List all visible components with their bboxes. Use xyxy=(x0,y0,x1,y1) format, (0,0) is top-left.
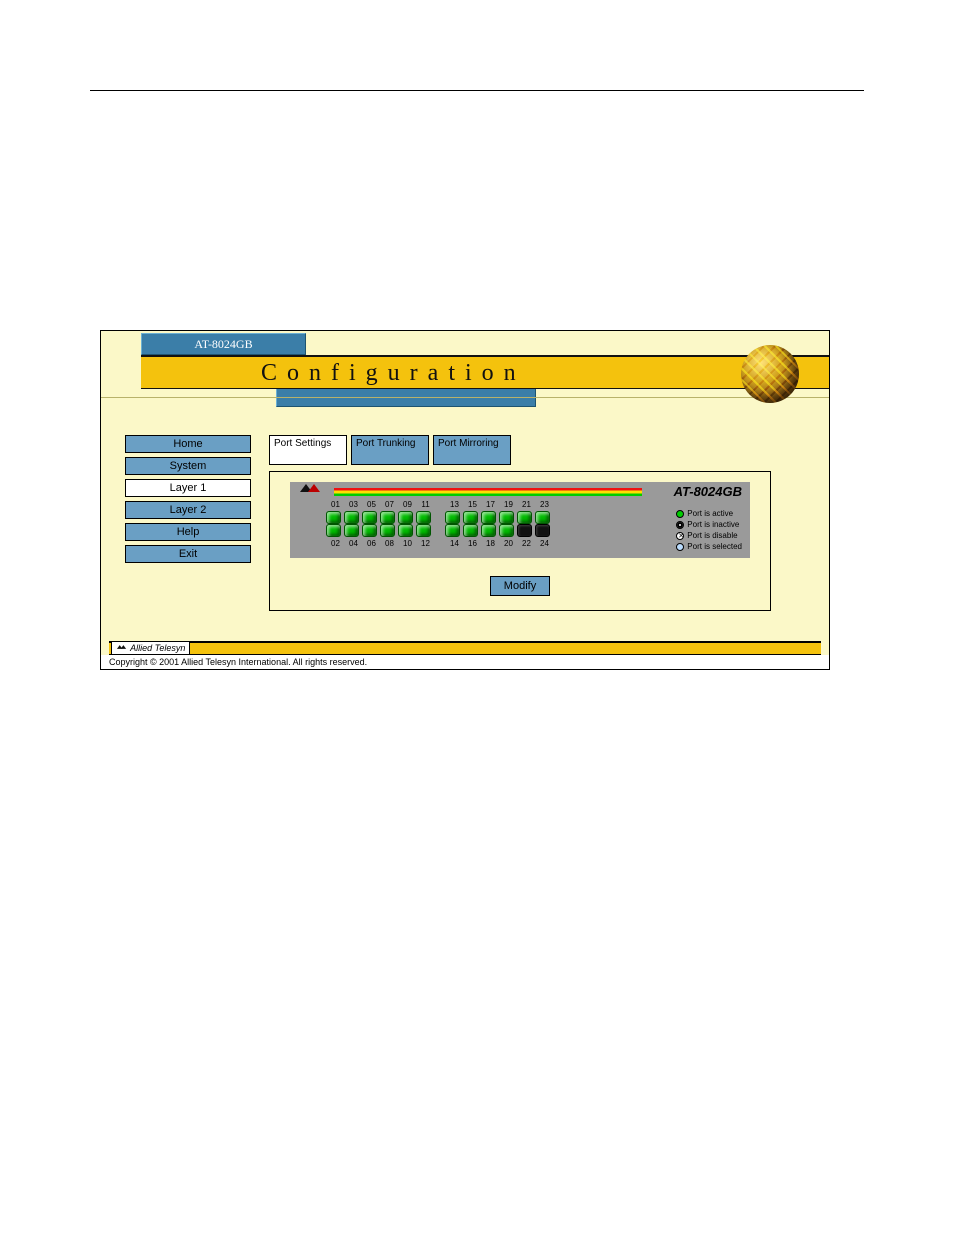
port-led[interactable] xyxy=(362,511,377,524)
port-legend: Port is active Port is inactive Port is … xyxy=(676,508,742,552)
faceplate-model-label: AT-8024GB xyxy=(674,484,742,499)
port-number: 24 xyxy=(537,539,552,548)
sidebar-nav: Home System Layer 1 Layer 2 Help Exit xyxy=(125,435,251,567)
nav-layer2[interactable]: Layer 2 xyxy=(125,501,251,519)
port-number: 16 xyxy=(465,539,480,548)
legend-inactive-icon xyxy=(676,521,684,529)
port-number: 13 xyxy=(447,500,462,509)
port-led[interactable] xyxy=(326,511,341,524)
tab-port-mirroring[interactable]: Port Mirroring xyxy=(433,435,511,465)
footer-brand: Allied Telesyn xyxy=(111,641,190,655)
port-number: 17 xyxy=(483,500,498,509)
switch-faceplate: AT-8024GB 010305070911131517192123 02040… xyxy=(290,482,750,558)
port-number: 01 xyxy=(328,500,343,509)
modify-button[interactable]: Modify xyxy=(490,576,550,596)
nav-home[interactable]: Home xyxy=(125,435,251,453)
page-rule xyxy=(90,90,864,91)
port-number: 05 xyxy=(364,500,379,509)
content-panel: AT-8024GB 010305070911131517192123 02040… xyxy=(269,471,771,611)
port-number: 08 xyxy=(382,539,397,548)
nav-layer1[interactable]: Layer 1 xyxy=(125,479,251,497)
legend-inactive-label: Port is inactive xyxy=(687,519,739,530)
port-led[interactable] xyxy=(499,524,514,537)
port-led[interactable] xyxy=(463,524,478,537)
header-rule xyxy=(101,397,829,398)
port-led[interactable] xyxy=(499,511,514,524)
tab-port-settings[interactable]: Port Settings xyxy=(269,435,347,465)
port-led[interactable] xyxy=(344,524,359,537)
legend-selected-icon xyxy=(676,543,684,551)
port-number: 06 xyxy=(364,539,379,548)
legend-selected-label: Port is selected xyxy=(687,541,742,552)
port-led[interactable] xyxy=(380,511,395,524)
port-number: 21 xyxy=(519,500,534,509)
port-number: 09 xyxy=(400,500,415,509)
port-number: 03 xyxy=(346,500,361,509)
page-title: Configuration xyxy=(141,357,829,389)
port-led[interactable] xyxy=(398,524,413,537)
port-number: 11 xyxy=(418,500,433,509)
config-app: AT-8024GB Configuration Home System Laye… xyxy=(100,330,830,670)
port-led[interactable] xyxy=(362,524,377,537)
legend-disable-icon xyxy=(676,532,684,540)
port-led[interactable] xyxy=(344,511,359,524)
globe-icon xyxy=(741,345,799,403)
vendor-logo-icon xyxy=(116,642,128,652)
port-number: 10 xyxy=(400,539,415,548)
port-number: 15 xyxy=(465,500,480,509)
port-led[interactable] xyxy=(398,511,413,524)
legend-active-label: Port is active xyxy=(687,508,733,519)
port-led[interactable] xyxy=(535,511,550,524)
port-number: 02 xyxy=(328,539,343,548)
nav-system[interactable]: System xyxy=(125,457,251,475)
port-led[interactable] xyxy=(445,524,460,537)
port-number: 07 xyxy=(382,500,397,509)
copyright-text: Copyright © 2001 Allied Telesyn Internat… xyxy=(101,655,829,669)
port-led[interactable] xyxy=(481,524,496,537)
port-led[interactable] xyxy=(416,524,431,537)
port-led[interactable] xyxy=(416,511,431,524)
footer-bar xyxy=(109,641,821,655)
tab-port-trunking[interactable]: Port Trunking xyxy=(351,435,429,465)
port-number: 20 xyxy=(501,539,516,548)
title-bar: Configuration xyxy=(141,355,829,389)
nav-exit[interactable]: Exit xyxy=(125,545,251,563)
port-number: 14 xyxy=(447,539,462,548)
tab-strip: Port Settings Port Trunking Port Mirrori… xyxy=(269,435,511,465)
port-number: 04 xyxy=(346,539,361,548)
rainbow-stripe xyxy=(334,488,642,496)
port-led[interactable] xyxy=(445,511,460,524)
vendor-logo-icon xyxy=(298,482,324,494)
port-led[interactable] xyxy=(380,524,395,537)
port-led[interactable] xyxy=(326,524,341,537)
port-led[interactable] xyxy=(481,511,496,524)
header: AT-8024GB Configuration xyxy=(101,331,829,421)
legend-disable-label: Port is disable xyxy=(687,530,737,541)
port-number: 22 xyxy=(519,539,534,548)
port-number: 12 xyxy=(418,539,433,548)
port-number: 18 xyxy=(483,539,498,548)
nav-help[interactable]: Help xyxy=(125,523,251,541)
port-number: 19 xyxy=(501,500,516,509)
port-led[interactable] xyxy=(517,524,532,537)
footer-brand-label: Allied Telesyn xyxy=(130,643,185,653)
port-led[interactable] xyxy=(517,511,532,524)
footer: Allied Telesyn Copyright © 2001 Allied T… xyxy=(101,641,829,669)
model-tab: AT-8024GB xyxy=(141,333,306,355)
port-led[interactable] xyxy=(463,511,478,524)
port-number: 23 xyxy=(537,500,552,509)
port-led[interactable] xyxy=(535,524,550,537)
sub-bar xyxy=(276,389,536,407)
legend-active-icon xyxy=(676,510,684,518)
